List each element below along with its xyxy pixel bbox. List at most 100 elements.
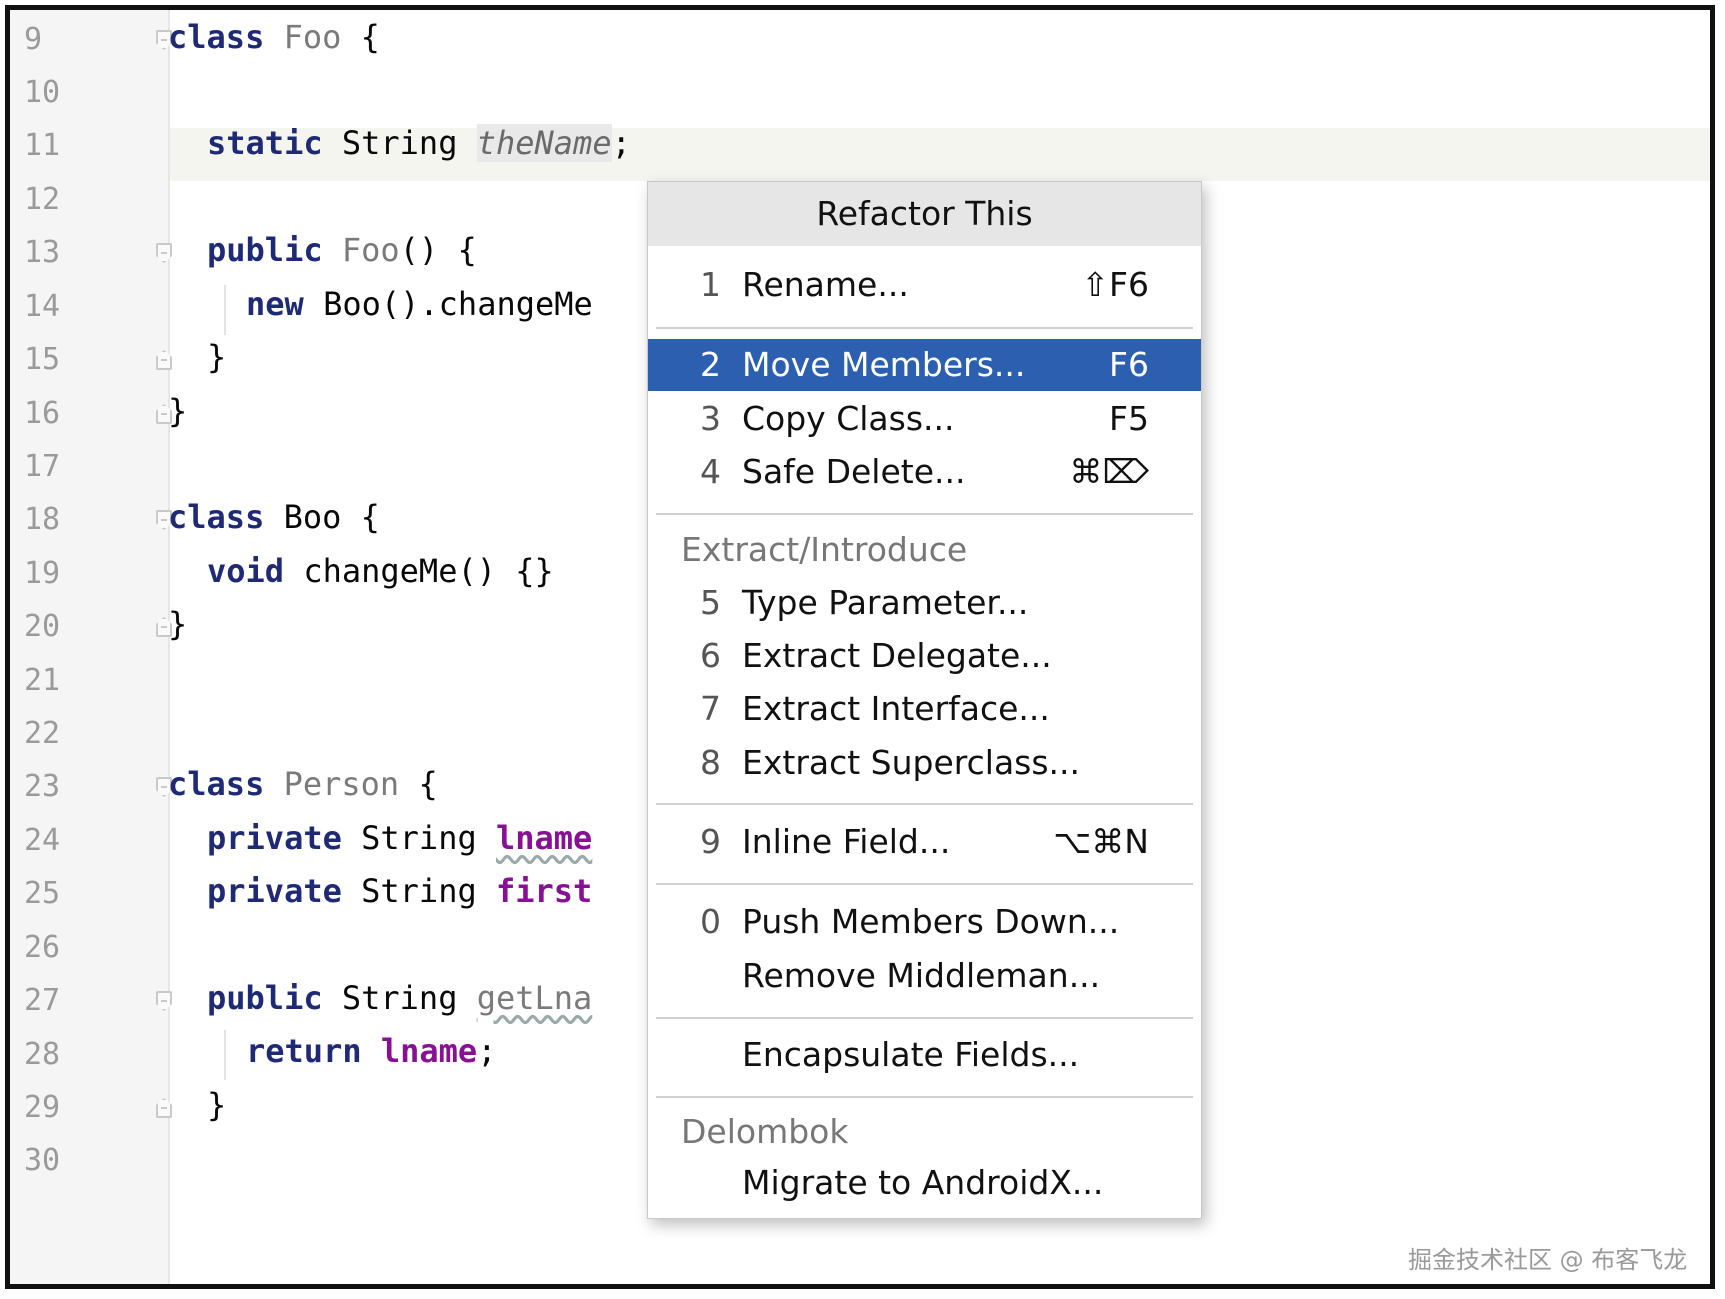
menu-item-label: Extract Interface...: [742, 689, 1050, 728]
code-line-24[interactable]: private String lname: [207, 819, 592, 857]
menu-separator: [656, 1017, 1193, 1019]
constructor-name: Foo: [341, 231, 400, 269]
group-header-delombok: Delombok: [681, 1112, 849, 1151]
indent-guide: [224, 1030, 226, 1080]
popup-title: Refactor This: [648, 182, 1201, 246]
menu-item-extract-interface[interactable]: 7 Extract Interface...: [648, 683, 1201, 735]
code-line-28[interactable]: return lname;: [246, 1032, 496, 1070]
class-name: Person: [283, 765, 400, 803]
menu-item-label: Inline Field...: [742, 822, 951, 861]
menu-item-extract-delegate[interactable]: 6 Extract Delegate...: [648, 630, 1201, 682]
line-number: 27: [24, 983, 61, 1018]
line-number: 15: [24, 342, 61, 377]
menu-item-label: Safe Delete...: [742, 452, 966, 491]
keyword: class: [168, 498, 265, 536]
code-text: changeMe() {}: [303, 552, 554, 590]
line-number: 16: [24, 396, 61, 431]
line-number: 29: [24, 1090, 61, 1125]
semicolon: ;: [611, 124, 631, 162]
line-number: 21: [24, 663, 61, 698]
menu-item-label: Copy Class...: [742, 399, 955, 438]
menu-item-extract-superclass[interactable]: 8 Extract Superclass...: [648, 737, 1201, 789]
line-number: 18: [24, 502, 61, 537]
code-line-19[interactable]: void changeMe() {}: [207, 552, 554, 590]
code-text: () {: [399, 231, 477, 269]
brace: {: [360, 498, 380, 536]
watermark: 掘金技术社区 @ 布客飞龙: [1408, 1246, 1688, 1274]
line-number: 28: [24, 1037, 61, 1072]
menu-separator: [656, 803, 1193, 805]
menu-item-number: 4: [700, 452, 721, 491]
brace: }: [168, 392, 188, 430]
keyword: public: [207, 979, 323, 1017]
menu-item-copy-class[interactable]: 3 Copy Class... F5: [648, 393, 1201, 445]
menu-item-shortcut: ⌥⌘N: [1053, 822, 1149, 861]
menu-item-shortcut: ⌘⌦: [1069, 452, 1149, 491]
line-number: 9: [24, 22, 43, 57]
menu-item-number: 9: [700, 822, 721, 861]
code-line-14[interactable]: new Boo().changeMe: [246, 285, 593, 323]
code-line-15[interactable]: }: [207, 338, 226, 376]
code-line-9[interactable]: class Foo {: [168, 18, 380, 56]
menu-item-push-members-down[interactable]: 0 Push Members Down...: [648, 896, 1201, 948]
menu-item-number: 8: [700, 743, 721, 782]
menu-item-number: 0: [700, 902, 721, 941]
line-number: 11: [24, 128, 61, 163]
menu-item-label: Rename...: [742, 265, 909, 304]
line-number: 17: [24, 449, 61, 484]
refactor-this-popup: Refactor This 1 Rename... ⇧F6 2 Move Mem…: [647, 181, 1202, 1219]
keyword: new: [246, 285, 304, 323]
menu-item-label: Push Members Down...: [742, 902, 1120, 941]
method-name: getLna: [476, 979, 593, 1017]
group-header-extract-introduce: Extract/Introduce: [681, 530, 968, 569]
menu-item-number: 7: [700, 689, 721, 728]
keyword: static: [207, 124, 323, 162]
keyword: public: [207, 231, 323, 269]
class-name: Foo: [283, 18, 342, 56]
line-number: 19: [24, 556, 61, 591]
line-number: 14: [24, 289, 61, 324]
line-number: 13: [24, 235, 61, 270]
menu-item-shortcut: F6: [1109, 345, 1149, 384]
menu-item-move-members[interactable]: 2 Move Members... F6: [648, 339, 1201, 391]
code-line-23[interactable]: class Person {: [168, 765, 438, 803]
code-line-16[interactable]: }: [168, 392, 187, 430]
code-line-27[interactable]: public String getLna: [207, 979, 592, 1017]
menu-item-number: 3: [700, 399, 721, 438]
line-number: 20: [24, 609, 61, 644]
type-name: String: [361, 819, 477, 857]
code-text: Boo().changeMe: [323, 285, 593, 323]
field-name-selected[interactable]: theName: [476, 124, 612, 162]
menu-item-inline-field[interactable]: 9 Inline Field... ⌥⌘N: [648, 816, 1201, 868]
menu-item-type-parameter[interactable]: 5 Type Parameter...: [648, 577, 1201, 629]
menu-item-number: 6: [700, 636, 721, 675]
line-number: 25: [24, 876, 61, 911]
menu-item-migrate-androidx[interactable]: Migrate to AndroidX...: [648, 1157, 1201, 1209]
code-line-13[interactable]: public Foo() {: [207, 231, 477, 269]
menu-item-remove-middleman[interactable]: Remove Middleman...: [648, 950, 1201, 1002]
code-line-11[interactable]: static String theName;: [207, 124, 631, 162]
menu-item-shortcut: F5: [1109, 399, 1149, 438]
brace: }: [207, 1086, 227, 1124]
gutter-divider: [168, 10, 170, 1284]
line-number: 26: [24, 930, 61, 965]
code-line-18[interactable]: class Boo {: [168, 498, 380, 536]
code-line-25[interactable]: private String first: [207, 872, 592, 910]
menu-item-rename[interactable]: 1 Rename... ⇧F6: [648, 259, 1201, 311]
menu-item-encapsulate-fields[interactable]: Encapsulate Fields...: [648, 1029, 1201, 1081]
type-name: String: [341, 979, 458, 1017]
type-name: String: [361, 872, 477, 910]
menu-separator: [656, 513, 1193, 515]
menu-separator: [656, 1096, 1193, 1098]
line-number: 24: [24, 823, 61, 858]
line-number: 30: [24, 1143, 61, 1178]
menu-item-label: Extract Superclass...: [742, 743, 1081, 782]
brace: }: [207, 338, 227, 376]
code-line-20[interactable]: }: [168, 605, 187, 643]
code-line-29[interactable]: }: [207, 1086, 226, 1124]
menu-item-label: Encapsulate Fields...: [742, 1035, 1080, 1074]
field-name: lname: [380, 1032, 478, 1070]
keyword: void: [207, 552, 285, 590]
line-number: 12: [24, 182, 61, 217]
menu-item-safe-delete[interactable]: 4 Safe Delete... ⌘⌦: [648, 446, 1201, 498]
